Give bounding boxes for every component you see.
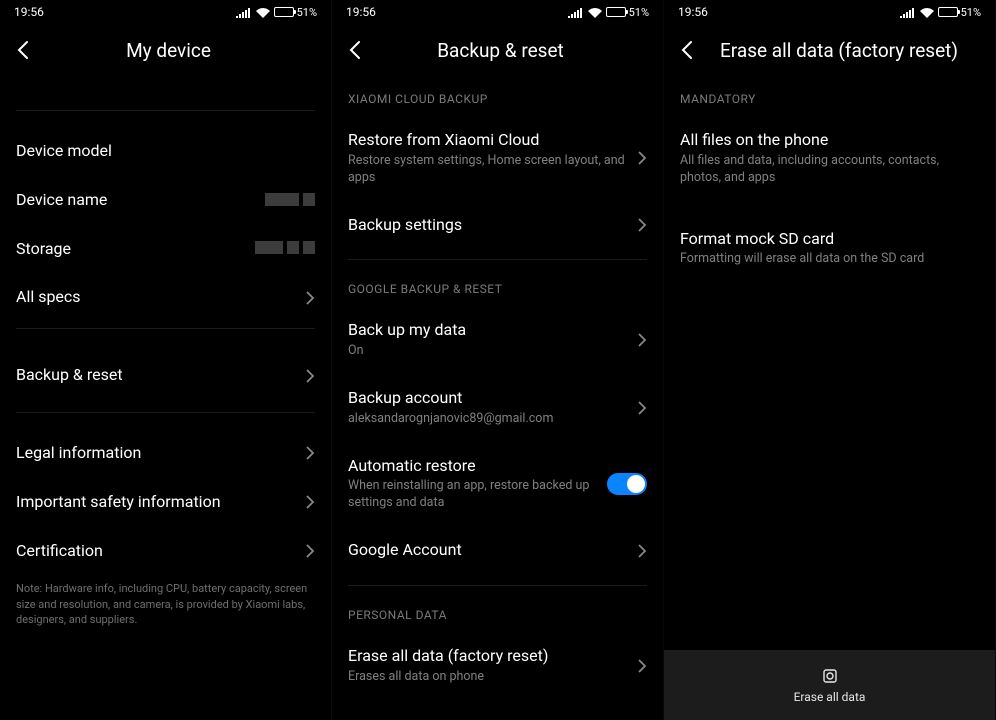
- row-label: Device model: [16, 141, 305, 162]
- row-sub: aleksandarognjanovic89@gmail.com: [348, 411, 627, 428]
- status-time: 19:56: [14, 5, 44, 19]
- row-sub: Restore system settings, Home screen lay…: [348, 153, 627, 187]
- row-all-specs[interactable]: All specs: [0, 273, 331, 322]
- page-title: My device: [50, 39, 287, 62]
- row-label: Back up my data: [348, 320, 627, 341]
- row-legal[interactable]: Legal information: [0, 429, 331, 478]
- header: My device: [0, 24, 331, 76]
- status-bar: 19:56 51%: [0, 0, 331, 24]
- chevron-right-icon: [305, 543, 315, 559]
- row-sub: Formatting will erase all data on the SD…: [680, 251, 979, 268]
- page-title: Erase all data (factory reset): [720, 39, 979, 62]
- row-label: Backup & reset: [16, 365, 295, 386]
- row-backup-settings[interactable]: Backup settings: [332, 201, 663, 250]
- row-label: Backup account: [348, 388, 627, 409]
- page-title: Backup & reset: [382, 39, 619, 62]
- signal-icon: [900, 8, 914, 18]
- status-bar: 19:56 51%: [664, 0, 995, 24]
- button-label: Erase all data: [794, 690, 866, 704]
- row-backup-account[interactable]: Backup account aleksandarognjanovic89@gm…: [332, 374, 663, 442]
- row-sub: On: [348, 343, 627, 360]
- row-storage[interactable]: Storage: [0, 225, 331, 274]
- battery-pct: 51%: [629, 6, 649, 19]
- signal-icon: [568, 8, 582, 18]
- row-label: Storage: [16, 239, 241, 260]
- status-bar: 19:56 51%: [332, 0, 663, 24]
- redacted-value: [251, 239, 315, 258]
- row-erase-all-data[interactable]: Erase all data (factory reset) Erases al…: [332, 632, 663, 700]
- back-button[interactable]: [16, 40, 30, 60]
- section-mandatory: MANDATORY: [664, 76, 995, 116]
- screen-my-device: 19:56 51% My device Device model Device …: [0, 0, 332, 720]
- row-sub: When reinstalling an app, restore backed…: [348, 478, 597, 512]
- chevron-left-icon: [680, 40, 694, 60]
- row-safety[interactable]: Important safety information: [0, 478, 331, 527]
- status-time: 19:56: [678, 5, 708, 19]
- chevron-left-icon: [348, 40, 362, 60]
- row-backup-reset[interactable]: Backup & reset: [0, 345, 331, 406]
- battery-pct: 51%: [961, 6, 981, 19]
- row-restore-xiaomi[interactable]: Restore from Xiaomi Cloud Restore system…: [332, 116, 663, 201]
- reset-icon: [820, 666, 840, 686]
- header: Backup & reset: [332, 24, 663, 76]
- signal-icon: [236, 8, 250, 18]
- row-label: Certification: [16, 541, 295, 562]
- battery-icon: [938, 7, 958, 17]
- row-all-files[interactable]: All files on the phone All files and dat…: [664, 116, 995, 201]
- screen-backup-reset: 19:56 51% Backup & reset XIAOMI CLOUD BA…: [332, 0, 664, 720]
- row-label: Backup settings: [348, 215, 627, 236]
- row-format-sd[interactable]: Format mock SD card Formatting will eras…: [664, 215, 995, 283]
- row-label: Format mock SD card: [680, 229, 979, 250]
- chevron-right-icon: [637, 400, 647, 416]
- row-sub: Erases all data on phone: [348, 669, 627, 686]
- chevron-right-icon: [305, 445, 315, 461]
- chevron-right-icon: [637, 543, 647, 559]
- battery-icon: [274, 7, 294, 17]
- chevron-right-icon: [305, 368, 315, 384]
- footer-note: Note: Hardware info, including CPU, batt…: [0, 575, 331, 627]
- header: Erase all data (factory reset): [664, 24, 995, 76]
- status-icons: 51%: [233, 5, 317, 19]
- chevron-right-icon: [637, 150, 647, 166]
- wifi-icon: [920, 8, 934, 18]
- wifi-icon: [588, 8, 602, 18]
- row-label: Legal information: [16, 443, 295, 464]
- section-google: GOOGLE BACKUP & RESET: [332, 266, 663, 306]
- erase-all-data-button[interactable]: Erase all data: [664, 650, 995, 720]
- back-button[interactable]: [348, 40, 362, 60]
- battery-icon: [606, 7, 626, 17]
- row-device-model[interactable]: Device model: [0, 127, 331, 176]
- chevron-right-icon: [305, 494, 315, 510]
- row-label: Important safety information: [16, 492, 295, 513]
- row-certification[interactable]: Certification: [0, 527, 331, 576]
- row-label: Device name: [16, 190, 251, 211]
- toggle-automatic-restore[interactable]: [607, 473, 647, 495]
- row-automatic-restore[interactable]: Automatic restore When reinstalling an a…: [332, 442, 663, 527]
- status-icons: 51%: [897, 5, 981, 19]
- back-button[interactable]: [680, 40, 694, 60]
- status-icons: 51%: [565, 5, 649, 19]
- screen-erase-all-data: 19:56 51% Erase all data (factory reset)…: [664, 0, 996, 720]
- row-label: All specs: [16, 287, 295, 308]
- battery-pct: 51%: [297, 6, 317, 19]
- chevron-right-icon: [637, 658, 647, 674]
- row-label: Automatic restore: [348, 456, 597, 477]
- row-device-name[interactable]: Device name: [0, 176, 331, 225]
- row-google-account[interactable]: Google Account: [332, 526, 663, 575]
- chevron-right-icon: [637, 332, 647, 348]
- row-backup-my-data[interactable]: Back up my data On: [332, 306, 663, 374]
- row-label: Erase all data (factory reset): [348, 646, 627, 667]
- row-label: Restore from Xiaomi Cloud: [348, 130, 627, 151]
- chevron-right-icon: [305, 290, 315, 306]
- redacted-value: [261, 191, 315, 210]
- chevron-right-icon: [637, 217, 647, 233]
- section-xiaomi: XIAOMI CLOUD BACKUP: [332, 76, 663, 116]
- row-label: Google Account: [348, 540, 627, 561]
- status-time: 19:56: [346, 5, 376, 19]
- row-sub: All files and data, including accounts, …: [680, 153, 979, 187]
- chevron-left-icon: [16, 40, 30, 60]
- row-label: All files on the phone: [680, 130, 979, 151]
- section-personal: PERSONAL DATA: [332, 592, 663, 632]
- wifi-icon: [256, 8, 270, 18]
